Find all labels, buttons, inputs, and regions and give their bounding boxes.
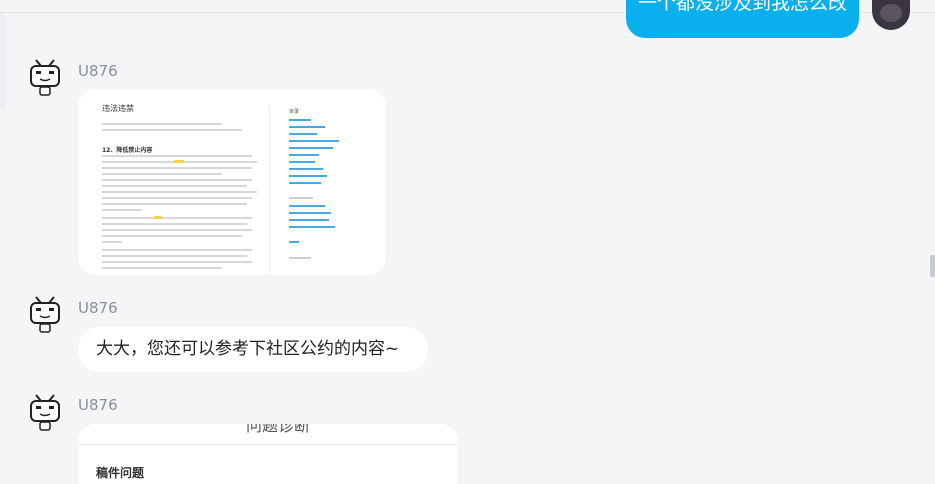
image-message[interactable]: 问题诊断 稿件问题 [78, 424, 458, 484]
image-subheading: 稿件问题 [96, 466, 145, 480]
left-gutter [0, 13, 6, 109]
self-message-bubble: 一个都没涉及到我怎么改 [626, 0, 859, 38]
doc-title: 违法违禁 [102, 104, 134, 113]
tv-mascot-avatar-icon[interactable] [28, 58, 62, 98]
scrollbar-thumb[interactable] [930, 255, 935, 277]
image-header-bar: 问题诊断 [78, 424, 458, 445]
toc-title: 目录 [289, 109, 300, 115]
image-header-text: 问题诊断 [246, 424, 311, 435]
image-message[interactable]: 违法违禁 12、降低禁止内容 目录 [78, 89, 386, 275]
doc-section-heading: 12、降低禁止内容 [102, 147, 153, 154]
tv-mascot-avatar-icon[interactable] [28, 393, 62, 433]
sender-name[interactable]: U876 [78, 396, 118, 414]
tv-mascot-avatar-icon[interactable] [28, 295, 62, 335]
sender-name[interactable]: U876 [78, 299, 118, 317]
document-preview: 违法违禁 12、降低禁止内容 目录 [84, 95, 382, 275]
sender-name[interactable]: U876 [78, 62, 118, 80]
self-message-text: 一个都没涉及到我怎么改 [637, 0, 847, 14]
self-avatar[interactable] [872, 0, 910, 30]
text-message-bubble: 大大，您还可以参考下社区公约的内容~ [78, 327, 428, 372]
